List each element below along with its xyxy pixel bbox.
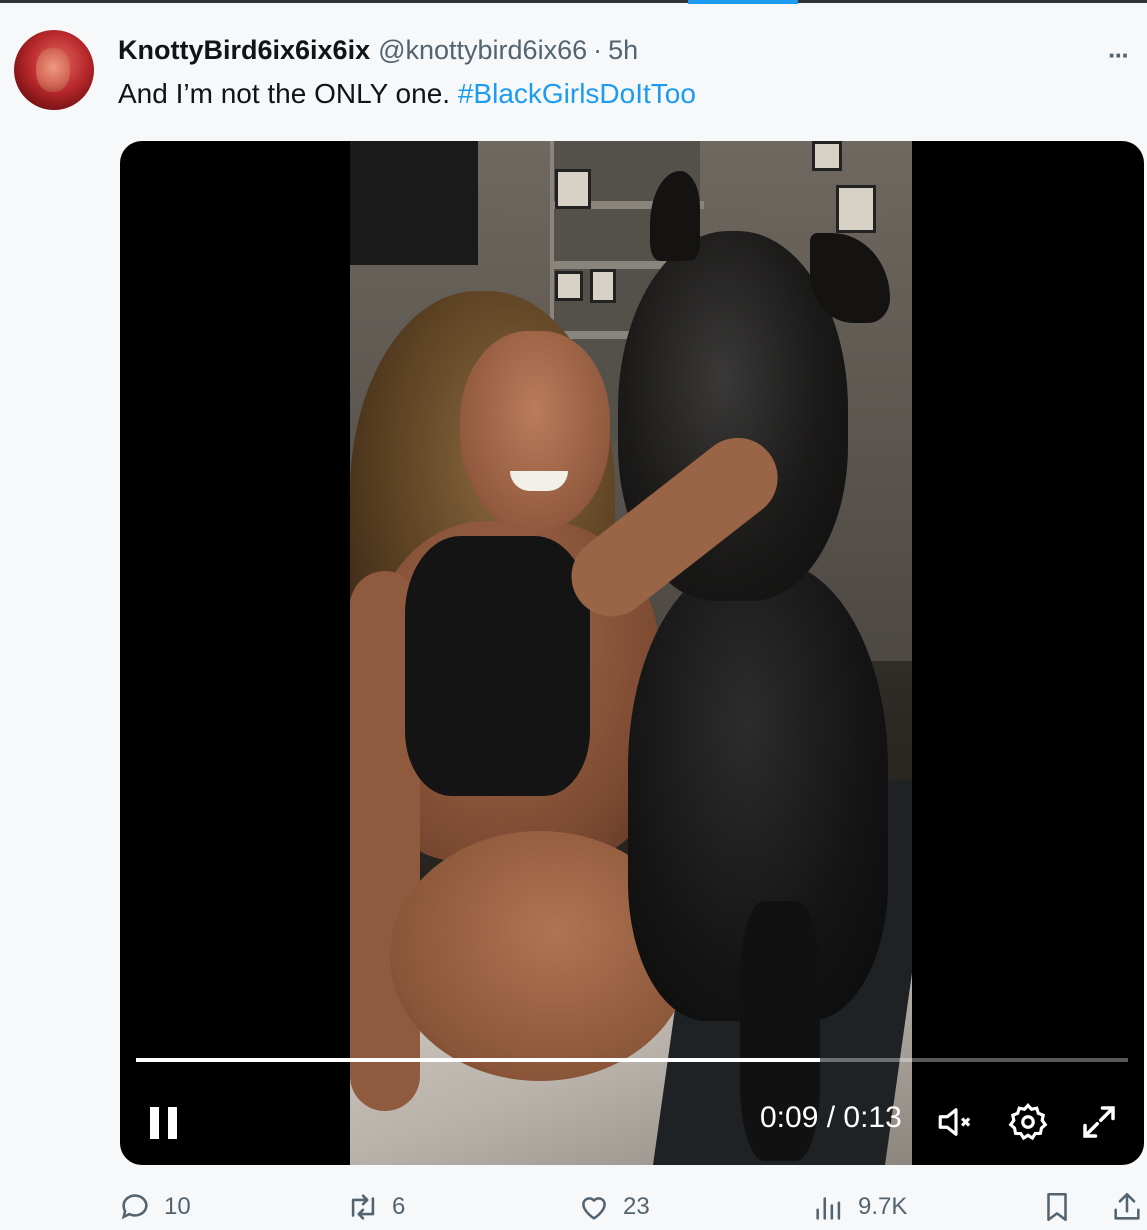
- video-scene-tv: [350, 141, 478, 265]
- tweet-text-plain: And I’m not the ONLY one.: [118, 78, 451, 109]
- views-button[interactable]: 9.7K: [812, 1190, 907, 1224]
- reply-count: 10: [164, 1193, 191, 1220]
- video-progress-fill: [136, 1058, 821, 1062]
- expand-icon[interactable]: [1078, 1101, 1120, 1143]
- video-frame[interactable]: [350, 141, 912, 1165]
- user-handle[interactable]: @knottybird6ix66: [378, 35, 587, 66]
- bookmark-icon: [1047, 1192, 1067, 1222]
- gear-icon[interactable]: [1007, 1101, 1049, 1143]
- separator-dot: ·: [593, 34, 603, 65]
- bookmark-button[interactable]: [1040, 1190, 1074, 1224]
- view-count: 9.7K: [858, 1193, 908, 1220]
- display-name[interactable]: KnottyBird6ix6ix6ix: [118, 35, 370, 66]
- tweet-action-bar: 10 6 23 9.7K: [0, 1190, 1147, 1230]
- top-divider: [0, 0, 1147, 4]
- timestamp[interactable]: 5h: [608, 35, 638, 66]
- heart-icon: [582, 1197, 606, 1220]
- reply-bubble-icon: [121, 1194, 148, 1220]
- avatar-face: [36, 48, 70, 92]
- share-button[interactable]: [1110, 1190, 1144, 1224]
- tweet-header: KnottyBird6ix6ix6ix @knottybird6ix66 · 5…: [118, 34, 638, 66]
- avatar[interactable]: [14, 30, 94, 110]
- like-button[interactable]: 23: [577, 1190, 650, 1224]
- pause-icon[interactable]: [148, 1105, 184, 1141]
- video-person-top: [405, 536, 590, 796]
- repost-icon: [351, 1194, 375, 1220]
- reply-button[interactable]: 10: [118, 1190, 191, 1224]
- video-time: 0:09 / 0:13: [760, 1101, 902, 1134]
- video-controls: 0:09 / 0:13: [120, 1091, 1144, 1151]
- video-progress-bar[interactable]: [136, 1058, 1128, 1062]
- video-person-face: [460, 331, 610, 531]
- active-tab-indicator: [688, 0, 798, 4]
- repost-count: 6: [392, 1193, 406, 1220]
- tweet-text: And I’m not the ONLY one. #BlackGirlsDoI…: [118, 78, 696, 110]
- volume-muted-icon[interactable]: [935, 1101, 977, 1143]
- more-horizontal-icon[interactable]: ···: [1108, 40, 1130, 71]
- hashtag-link[interactable]: #BlackGirlsDoItToo: [458, 78, 696, 109]
- share-icon: [1114, 1192, 1140, 1220]
- video-player[interactable]: 0:09 / 0:13: [120, 141, 1144, 1165]
- like-count: 23: [623, 1193, 650, 1220]
- repost-button[interactable]: 6: [346, 1190, 405, 1224]
- bar-chart-icon: [816, 1197, 841, 1220]
